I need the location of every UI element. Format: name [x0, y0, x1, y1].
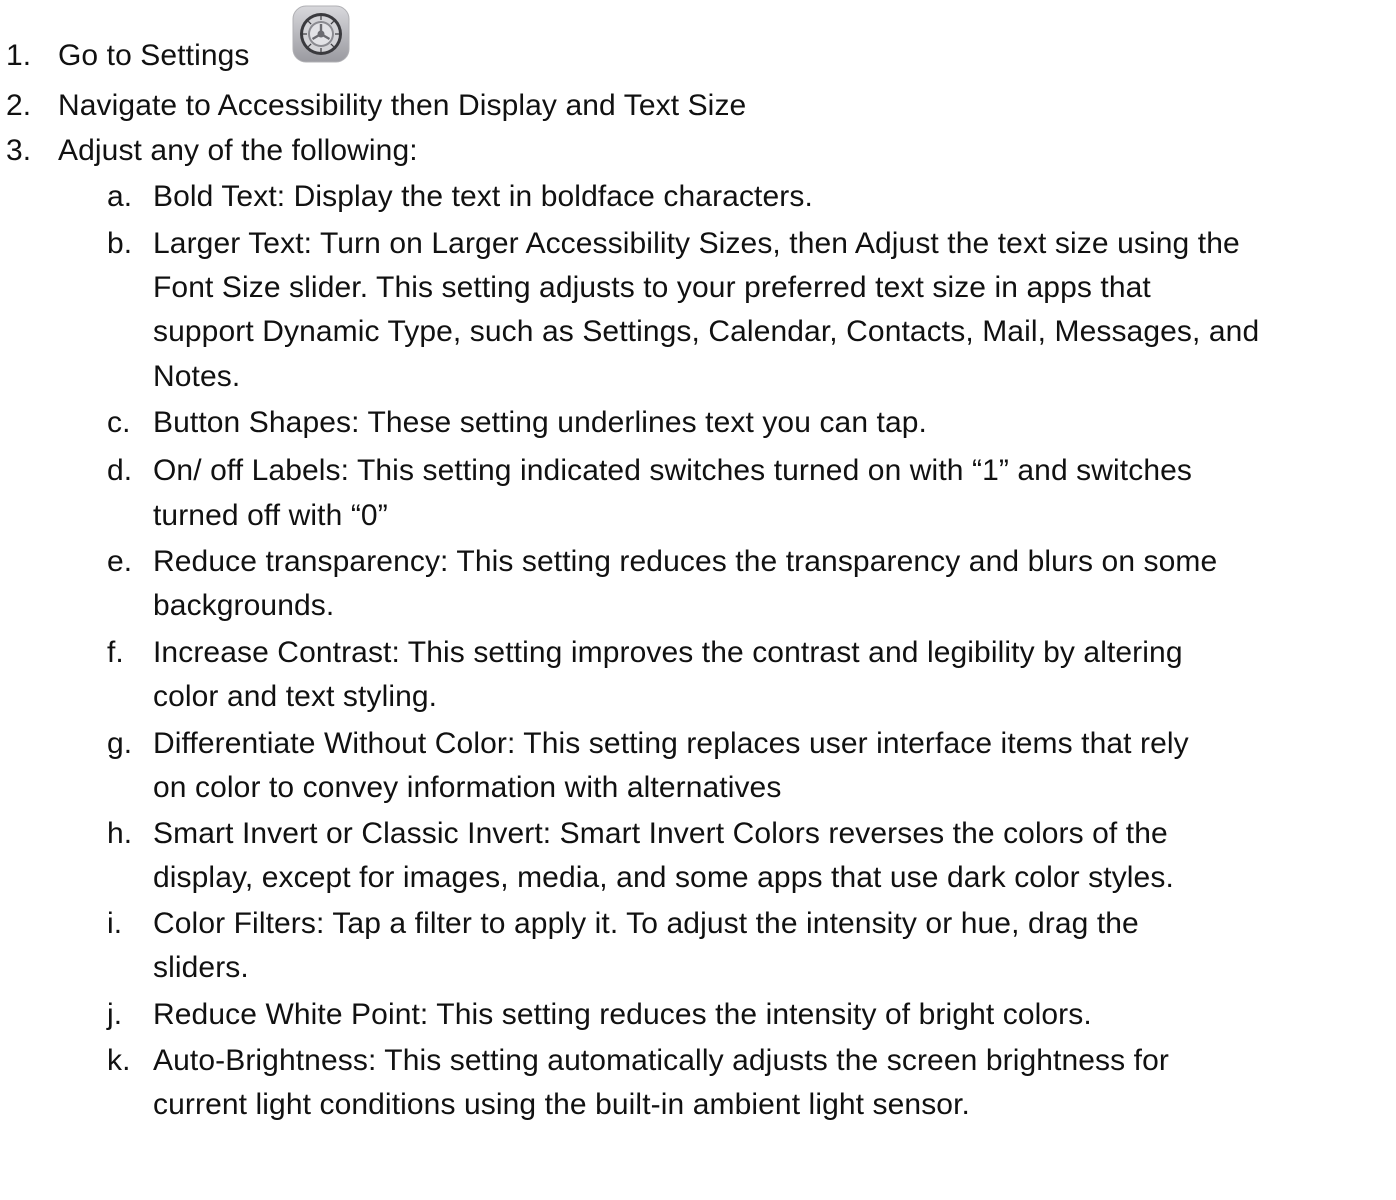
item-text: Button Shapes: These setting underlines …	[153, 406, 927, 439]
step-text: Go to Settings	[58, 39, 250, 72]
item-text: turned off with “0”	[153, 499, 388, 532]
item-letter: h.	[107, 817, 133, 850]
item-text: Font Size slider. This setting adjusts t…	[153, 271, 1151, 304]
item-text: Smart Invert or Classic Invert: Smart In…	[153, 817, 1168, 850]
item-letter: b.	[107, 227, 133, 260]
item-text: current light conditions using the built…	[153, 1088, 970, 1121]
item-text: Reduce transparency: This setting reduce…	[153, 545, 1218, 578]
item-letter: j.	[107, 998, 123, 1031]
item-letter: e.	[107, 545, 133, 578]
item-text: sliders.	[153, 951, 249, 984]
item-letter: d.	[107, 454, 133, 487]
gear-icon	[292, 5, 350, 63]
item-letter: a.	[107, 180, 133, 213]
item-text: color and text styling.	[153, 680, 438, 713]
item-text: Increase Contrast: This setting improves…	[153, 636, 1183, 669]
item-text: backgrounds.	[153, 589, 335, 622]
item-letter: i.	[107, 907, 123, 940]
item-letter: c.	[107, 406, 131, 439]
step-number: 3.	[6, 134, 32, 167]
item-text: Reduce White Point: This setting reduces…	[153, 998, 1092, 1031]
item-letter: g.	[107, 727, 133, 760]
item-letter: k.	[107, 1044, 131, 1077]
item-letter: f.	[107, 636, 124, 669]
item-text: Auto-Brightness: This setting automatica…	[153, 1044, 1169, 1077]
step-number: 2.	[6, 89, 32, 122]
item-text: Bold Text: Display the text in boldface …	[153, 180, 813, 213]
item-text: on color to convey information with alte…	[153, 771, 782, 804]
item-text: Notes.	[153, 360, 241, 393]
item-text: Differentiate Without Color: This settin…	[153, 727, 1189, 760]
item-text: display, except for images, media, and s…	[153, 861, 1174, 894]
item-text: On/ off Labels: This setting indicated s…	[153, 454, 1193, 487]
item-text: Color Filters: Tap a filter to apply it.…	[153, 907, 1139, 940]
step-text: Navigate to Accessibility then Display a…	[58, 89, 747, 122]
step-number: 1.	[6, 39, 32, 72]
item-text: support Dynamic Type, such as Settings, …	[153, 315, 1260, 348]
step-text: Adjust any of the following:	[58, 134, 418, 167]
item-text: Larger Text: Turn on Larger Accessibilit…	[153, 227, 1240, 260]
